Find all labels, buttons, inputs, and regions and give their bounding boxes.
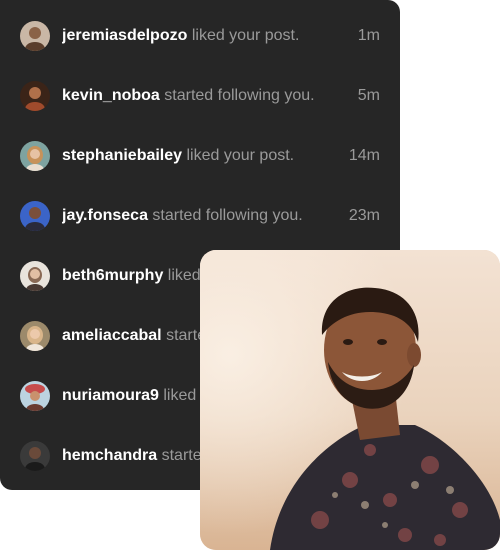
notification-action: liked your post.	[191, 27, 300, 44]
notification-username[interactable]: beth6murphy	[62, 267, 163, 284]
notification-text: stephaniebailey liked your post.	[62, 146, 337, 166]
notification-username[interactable]: kevin_noboa	[62, 87, 160, 104]
notification-username[interactable]: ameliaccabal	[62, 327, 162, 344]
user-avatar[interactable]	[20, 261, 50, 291]
notification-username[interactable]: nuriamoura9	[62, 387, 159, 404]
notification-item[interactable]: jeremiasdelpozo liked your post. 1m	[0, 6, 400, 66]
notification-username[interactable]: stephaniebailey	[62, 147, 182, 164]
notification-username[interactable]: jay.fonseca	[62, 207, 148, 224]
profile-photo	[200, 250, 500, 550]
notification-text: jay.fonseca started following you.	[62, 206, 337, 226]
notification-action: started following you.	[164, 87, 315, 104]
notification-action: started following you.	[152, 207, 303, 224]
notification-text: jeremiasdelpozo liked your post.	[62, 26, 346, 46]
user-avatar[interactable]	[20, 21, 50, 51]
user-avatar[interactable]	[20, 441, 50, 471]
stage: jeremiasdelpozo liked your post. 1m kevi…	[0, 0, 500, 550]
notification-username[interactable]: hemchandra	[62, 447, 157, 464]
notification-item[interactable]: stephaniebailey liked your post. 14m	[0, 126, 400, 186]
notification-item[interactable]: jay.fonseca started following you. 23m	[0, 186, 400, 246]
notification-action: liked your post.	[186, 147, 295, 164]
user-avatar[interactable]	[20, 81, 50, 111]
user-avatar[interactable]	[20, 201, 50, 231]
notification-item[interactable]: kevin_noboa started following you. 5m	[0, 66, 400, 126]
notification-time: 5m	[357, 87, 380, 104]
notification-text: kevin_noboa started following you.	[62, 86, 346, 106]
profile-photo-card	[200, 250, 500, 550]
user-avatar[interactable]	[20, 321, 50, 351]
notification-time: 14m	[348, 147, 380, 164]
notification-username[interactable]: jeremiasdelpozo	[62, 27, 187, 44]
notification-time: 23m	[348, 207, 380, 224]
notification-time: 1m	[357, 27, 380, 44]
user-avatar[interactable]	[20, 141, 50, 171]
user-avatar[interactable]	[20, 381, 50, 411]
